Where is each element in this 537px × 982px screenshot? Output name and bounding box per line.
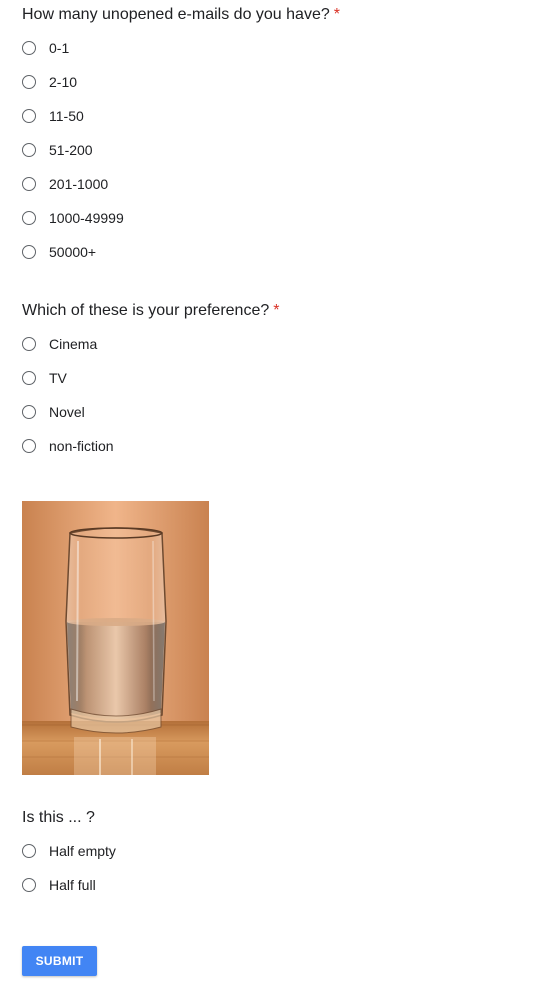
radio-button[interactable] [22, 337, 36, 351]
option-label: Half full [49, 877, 96, 893]
option-label: 11-50 [49, 108, 84, 124]
option-label: 201-1000 [49, 176, 109, 192]
option-label: 50000+ [49, 244, 97, 260]
radio-option-50000-plus[interactable]: 50000+ [22, 242, 96, 262]
option-label: TV [49, 370, 67, 386]
radio-option-11-50[interactable]: 11-50 [22, 106, 84, 126]
option-label: Novel [49, 404, 85, 420]
radio-button[interactable] [22, 177, 36, 191]
glass-of-water-image [22, 501, 209, 775]
radio-button[interactable] [22, 439, 36, 453]
option-label: 0-1 [49, 40, 70, 56]
question-title-half: Is this ... ? [22, 808, 95, 828]
radio-option-non-fiction[interactable]: non-fiction [22, 436, 114, 456]
question-title-preference: Which of these is your preference? * [22, 301, 279, 321]
radio-button[interactable] [22, 371, 36, 385]
option-label: 51-200 [49, 142, 93, 158]
option-label: Cinema [49, 336, 98, 352]
radio-button[interactable] [22, 75, 36, 89]
option-label: 2-10 [49, 74, 78, 90]
question-title-text: How many unopened e-mails do you have? [22, 6, 330, 23]
question-title-unopened-emails: How many unopened e-mails do you have? * [22, 5, 340, 25]
radio-button[interactable] [22, 405, 36, 419]
radio-option-0-1[interactable]: 0-1 [22, 38, 69, 58]
radio-option-half-empty[interactable]: Half empty [22, 841, 116, 861]
radio-button[interactable] [22, 878, 36, 892]
radio-option-51-200[interactable]: 51-200 [22, 140, 93, 160]
option-label: Half empty [49, 843, 116, 859]
option-label: non-fiction [49, 438, 114, 454]
radio-option-novel[interactable]: Novel [22, 402, 85, 422]
option-label: 1000-49999 [49, 210, 124, 226]
radio-button[interactable] [22, 109, 36, 123]
radio-option-201-1000[interactable]: 201-1000 [22, 174, 108, 194]
radio-option-half-full[interactable]: Half full [22, 875, 96, 895]
radio-option-cinema[interactable]: Cinema [22, 334, 97, 354]
required-asterisk: * [273, 302, 280, 319]
radio-button[interactable] [22, 143, 36, 157]
question-title-text: Is this ... ? [22, 809, 95, 826]
required-asterisk: * [333, 6, 340, 23]
radio-button[interactable] [22, 245, 36, 259]
radio-option-1000-49999[interactable]: 1000-49999 [22, 208, 124, 228]
radio-button[interactable] [22, 41, 36, 55]
radio-option-tv[interactable]: TV [22, 368, 67, 388]
radio-button[interactable] [22, 844, 36, 858]
submit-button[interactable]: SUBMIT [22, 946, 97, 976]
radio-button[interactable] [22, 211, 36, 225]
radio-option-2-10[interactable]: 2-10 [22, 72, 77, 92]
question-title-text: Which of these is your preference? [22, 302, 270, 319]
